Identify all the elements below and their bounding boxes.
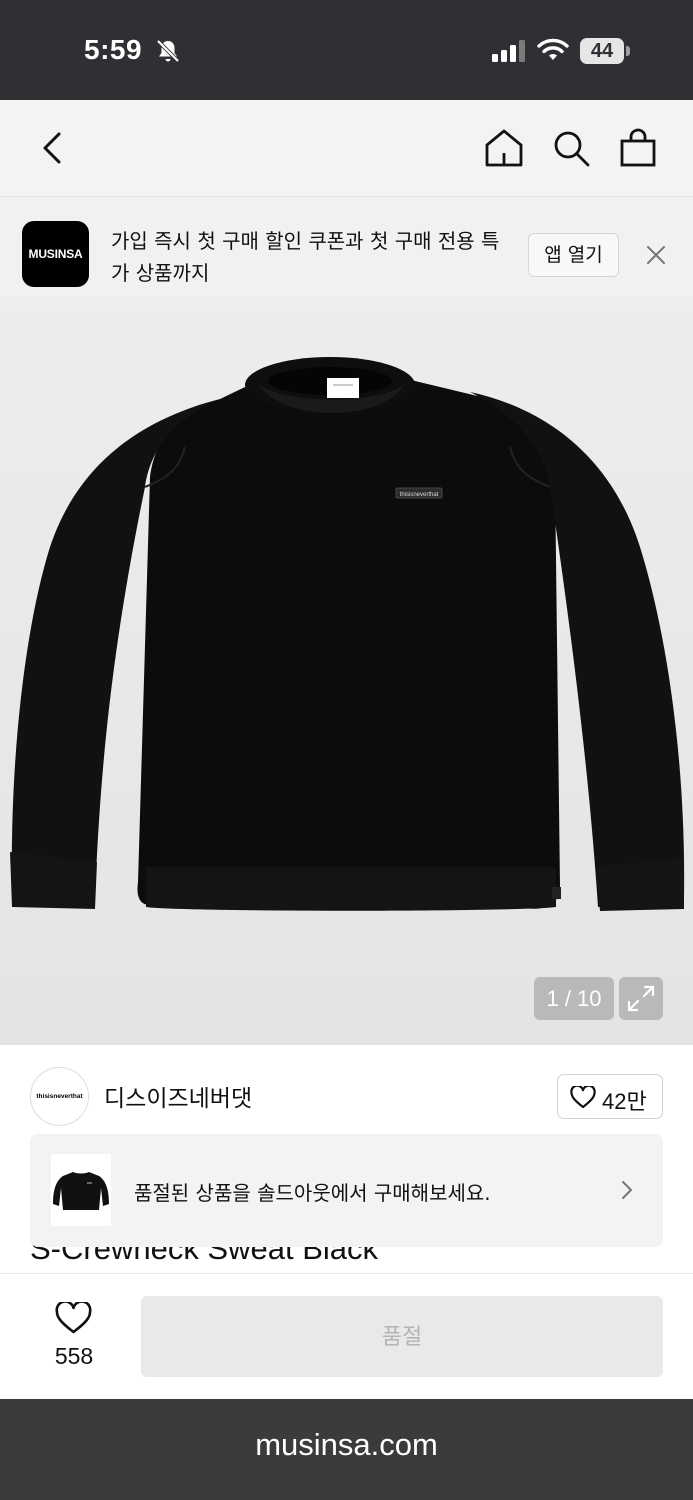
bell-muted-icon xyxy=(156,39,180,63)
product-image: thisisneverthat xyxy=(10,357,685,911)
soldout-notice-text: 품절된 상품을 솔드아웃에서 구매해보세요. xyxy=(134,1181,491,1205)
brand-like-count: 42만 xyxy=(602,1089,647,1114)
battery-tip xyxy=(626,46,630,56)
soldout-thumbnail xyxy=(51,1154,111,1226)
status-bar: 5:59 44 xyxy=(0,0,693,100)
brand-like-button[interactable]: 42만 xyxy=(557,1074,663,1119)
wifi-icon xyxy=(537,38,569,60)
expand-button[interactable] xyxy=(619,977,663,1020)
product-image-gallery[interactable]: thisisneverthat 1 / 10 xyxy=(0,297,693,1045)
brand-logo[interactable]: thisisneverthat xyxy=(30,1067,89,1126)
banner-message: 가입 즉시 첫 구매 할인 쿠폰과 첫 구매 전용 특가 상품까지 xyxy=(111,229,500,285)
heart-outline-icon xyxy=(570,1086,596,1109)
chevron-left-icon[interactable] xyxy=(32,128,72,168)
expand-icon xyxy=(627,985,655,1012)
bottom-action-bar: 558 품절 xyxy=(0,1273,693,1399)
open-app-button[interactable]: 앱 열기 xyxy=(528,233,619,277)
soldout-notice[interactable]: 품절된 상품을 솔드아웃에서 구매해보세요. xyxy=(30,1134,663,1247)
cellular-signal-icon xyxy=(492,40,525,62)
battery-indicator: 44 xyxy=(580,38,630,64)
search-icon[interactable] xyxy=(551,128,591,168)
battery-level: 44 xyxy=(580,38,624,64)
brand-name[interactable]: 디스이즈네버댓 xyxy=(104,1079,252,1113)
wish-count: 558 xyxy=(54,1343,94,1369)
musinsa-app-logo: MUSINSA xyxy=(22,221,89,287)
close-icon[interactable] xyxy=(644,243,668,267)
home-icon[interactable] xyxy=(484,128,524,168)
status-time: 5:59 xyxy=(84,34,143,65)
shopping-bag-icon[interactable] xyxy=(618,128,658,168)
top-nav xyxy=(0,100,693,197)
url-text[interactable]: musinsa.com xyxy=(0,1427,693,1463)
image-counter: 1 / 10 xyxy=(534,977,614,1020)
chest-logo-label: thisisneverthat xyxy=(400,492,439,498)
soldout-button[interactable]: 품절 xyxy=(141,1296,663,1377)
heart-outline-icon[interactable] xyxy=(55,1302,92,1335)
browser-url-bar: musinsa.com xyxy=(0,1399,693,1500)
product-info: thisisneverthat 디스이즈네버댓 42만 S-Crewneck S… xyxy=(0,1045,693,1273)
app-install-banner: MUSINSA 가입 즉시 첫 구매 할인 쿠폰과 첫 구매 전용 특가 상품까… xyxy=(0,197,693,297)
chevron-right-icon xyxy=(622,1181,632,1199)
